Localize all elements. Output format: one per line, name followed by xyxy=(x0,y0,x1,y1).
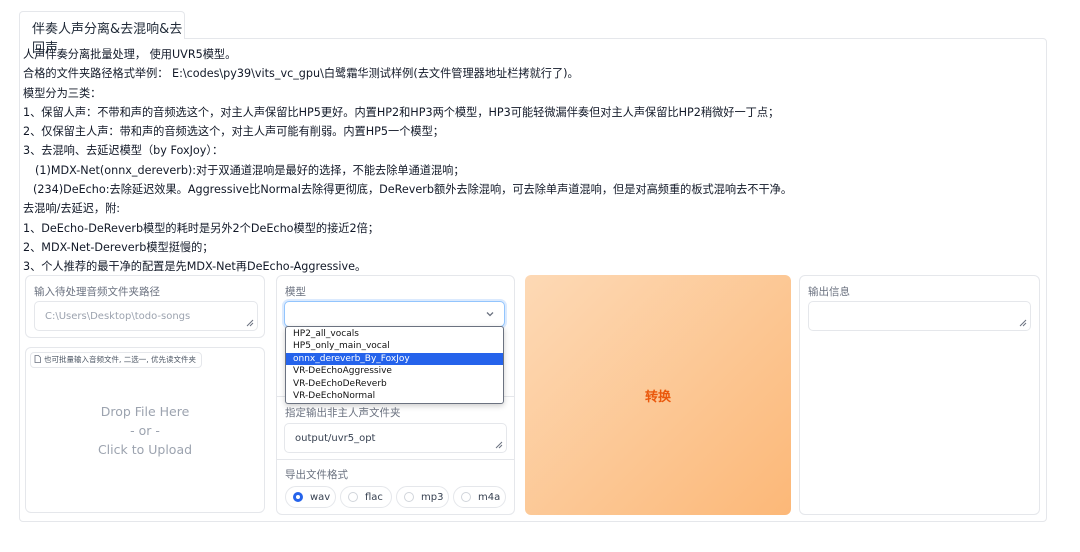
convert-button[interactable]: 转换 xyxy=(525,275,791,515)
resize-handle-icon[interactable] xyxy=(246,319,254,327)
instruction-line: 模型分为三类： xyxy=(23,86,102,100)
tab-uvr5[interactable]: 伴奏人声分离&去混响&去回声 xyxy=(19,11,185,56)
upload-tag: 也可批量输入音频文件, 二选一, 优先读文件夹 xyxy=(30,352,203,368)
radio-label: flac xyxy=(365,491,383,503)
convert-label: 转换 xyxy=(644,389,671,405)
instruction-line: (234)DeEcho:去除延迟效果。Aggressive比Normal去除得更… xyxy=(33,183,793,197)
format-label: 导出文件格式 xyxy=(285,469,348,481)
other-dir-label: 指定输出非主人声文件夹 xyxy=(285,407,401,419)
other-dir-field[interactable]: output/uvr5_opt xyxy=(284,423,507,453)
input-dir-label: 输入待处理音频文件夹路径 xyxy=(34,286,160,298)
instructions: 人声伴奏分离批量处理， 使用UVR5模型。 合格的文件夹路径格式举例： E:\c… xyxy=(23,45,792,277)
instruction-line: 3、去混响、去延迟模型（by FoxJoy）： xyxy=(23,144,224,158)
format-radio-m4a[interactable]: m4a xyxy=(453,486,506,508)
output-field[interactable] xyxy=(808,301,1031,331)
model-option[interactable]: HP2_all_vocals xyxy=(286,328,503,340)
model-option[interactable]: VR-DeEchoDeReverb xyxy=(286,378,503,390)
instruction-line: 2、仅保留主人声：带和声的音频选这个，对主人声可能有削弱。内置HP5一个模型； xyxy=(23,125,444,139)
format-radio-mp3[interactable]: mp3 xyxy=(396,486,449,508)
file-upload-area[interactable]: 也可批量输入音频文件, 二选一, 优先读文件夹 Drop File Here -… xyxy=(25,347,265,513)
input-dir-field[interactable]: C:\Users\Desktop\todo-songs xyxy=(34,301,258,331)
model-option[interactable]: HP5_only_main_vocal xyxy=(286,340,503,352)
instruction-line: 1、DeEcho-DeReverb模型的耗时是另外2个DeEcho模型的接近2倍… xyxy=(23,221,379,235)
instruction-line: 2、MDX-Net-Dereverb模型挺慢的； xyxy=(23,240,214,254)
output-block: 输出信息 xyxy=(799,275,1040,515)
other-dir-value: output/uvr5_opt xyxy=(295,433,376,444)
divider xyxy=(277,459,514,460)
instruction-line: 人声伴奏分离批量处理， 使用UVR5模型。 xyxy=(23,48,237,61)
instruction-line: 1、保留人声：不带和声的音频选这个，对主人声保留比HP5更好。内置HP2和HP3… xyxy=(23,105,780,119)
format-radio-flac[interactable]: flac xyxy=(340,486,392,508)
chevron-down-icon xyxy=(486,312,494,317)
instruction-line: 3、个人推荐的最干净的配置是先MDX-Net再DeEcho-Aggressive… xyxy=(23,260,367,274)
or-text: - or - xyxy=(130,423,160,438)
model-option[interactable]: VR-DeEchoAggressive xyxy=(286,365,503,377)
model-option-highlighted[interactable]: onnx_dereverb_By_FoxJoy xyxy=(286,352,503,366)
model-label: 模型 xyxy=(285,286,306,298)
radio-dot-icon xyxy=(404,492,414,502)
radio-dot-icon xyxy=(461,492,471,502)
input-dir-block: 输入待处理音频文件夹路径 C:\Users\Desktop\todo-songs xyxy=(25,275,265,338)
input-dir-placeholder: C:\Users\Desktop\todo-songs xyxy=(45,311,191,322)
click-to-upload-text: Click to Upload xyxy=(97,442,193,457)
radio-label: m4a xyxy=(478,491,501,503)
radio-dot-icon xyxy=(348,492,358,502)
model-select[interactable] xyxy=(284,301,505,327)
instruction-line: 合格的文件夹路径格式举例： E:\codes\py39\vits_vc_gpu\… xyxy=(23,67,579,81)
model-option[interactable]: VR-DeEchoNormal xyxy=(286,390,503,402)
radio-label: mp3 xyxy=(421,491,444,503)
format-radio-wav[interactable]: wav xyxy=(285,486,336,508)
resize-handle-icon[interactable] xyxy=(495,441,503,449)
model-dropdown: HP2_all_vocals HP5_only_main_vocal onnx_… xyxy=(285,326,504,404)
output-label: 输出信息 xyxy=(808,286,850,298)
instruction-line: (1)MDX-Net(onnx_dereverb):对于双通道混响是最好的选择，… xyxy=(35,163,465,177)
radio-label: wav xyxy=(310,491,331,503)
instruction-line: 去混响/去延迟，附: xyxy=(23,202,121,216)
drop-text: Drop File Here xyxy=(100,404,190,419)
radio-dot-icon xyxy=(293,492,303,502)
resize-handle-icon[interactable] xyxy=(1019,319,1027,327)
file-icon xyxy=(34,355,41,363)
upload-tag-text: 也可批量输入音频文件, 二选一, 优先读文件夹 xyxy=(44,355,197,364)
